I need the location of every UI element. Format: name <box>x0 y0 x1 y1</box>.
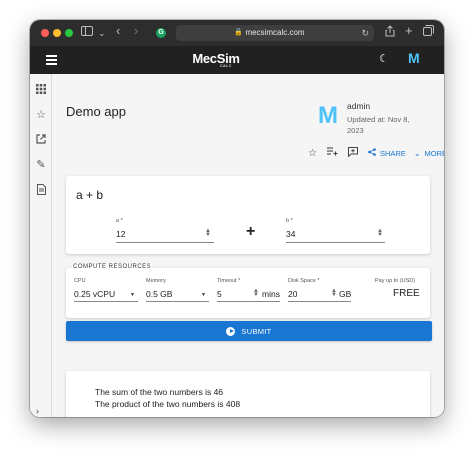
b-field-label: b * <box>286 218 293 224</box>
add-comment-icon[interactable] <box>347 146 358 160</box>
forward-icon[interactable]: › <box>134 23 138 39</box>
memory-label: Memory <box>146 278 166 284</box>
price-value: FREE <box>393 288 420 299</box>
edit-pencil-icon[interactable]: ✎ <box>35 159 47 171</box>
apps-grid-icon[interactable] <box>35 84 47 96</box>
url-text: mecsimcalc.com <box>245 28 305 37</box>
price-label: Pay up to (USD) <box>375 278 416 284</box>
back-icon[interactable]: ‹ <box>116 23 120 39</box>
dropdown-chevron-icon[interactable]: ⌄ <box>98 25 106 41</box>
close-window-button[interactable] <box>41 29 49 37</box>
disk-underline <box>288 301 351 302</box>
app-header: MecSim CALC ☾ M <box>30 46 444 74</box>
cpu-dropdown-icon[interactable]: ▼ <box>130 292 135 298</box>
cpu-select[interactable]: 0.25 vCPU <box>74 289 115 299</box>
mecsimcalc-logo[interactable]: MecSim CALC <box>190 51 242 69</box>
app-title: Demo app <box>66 104 126 119</box>
new-tab-icon[interactable]: + <box>405 23 413 39</box>
timeout-input[interactable]: 5 <box>217 289 222 299</box>
browser-titlebar: ⌄ ‹ › G 🔒 mecsimcalc.com ↻ + <box>30 20 444 46</box>
b-input[interactable]: 34 <box>286 229 295 239</box>
app-author[interactable]: admin <box>347 101 370 111</box>
compute-resources-card: COMPUTE RESOURCES CPU 0.25 vCPU ▼ Memory… <box>66 264 430 318</box>
main-content: Demo app M admin Updated at: Nov 8, 2023… <box>52 74 444 417</box>
minimize-window-button[interactable] <box>53 29 61 37</box>
grammarly-extension-icon[interactable]: G <box>156 28 166 38</box>
user-avatar[interactable]: M <box>408 50 420 66</box>
a-stepper-icon[interactable]: ▲ ▼ <box>205 228 211 238</box>
a-input[interactable]: 12 <box>116 229 125 239</box>
a-input-underline <box>116 242 214 243</box>
expand-sidebar-chevron-icon[interactable]: › <box>36 406 39 416</box>
b-stepper-icon[interactable]: ▲ ▼ <box>377 228 383 238</box>
sum-result: The sum of the two numbers is 46 <box>95 387 224 397</box>
memory-underline <box>146 301 209 302</box>
app-logo: M <box>318 102 338 129</box>
a-field-label: a * <box>116 218 123 224</box>
memory-dropdown-icon[interactable]: ▼ <box>201 292 206 298</box>
lock-icon: 🔒 <box>234 29 243 36</box>
share-icon <box>368 148 376 158</box>
tab-overview-icon[interactable] <box>423 25 434 41</box>
results-card: The sum of the two numbers is 46 The pro… <box>66 371 430 417</box>
dark-mode-icon[interactable]: ☾ <box>379 52 389 65</box>
sidebar-toggle-icon[interactable] <box>81 25 93 41</box>
share-button[interactable]: SHARE <box>368 148 406 158</box>
disk-unit: GB <box>339 289 352 299</box>
reload-icon[interactable]: ↻ <box>361 25 369 41</box>
address-bar[interactable]: 🔒 mecsimcalc.com ↻ <box>176 25 374 41</box>
more-button[interactable]: ⌄ MORE <box>414 149 444 158</box>
cpu-label: CPU <box>74 278 86 284</box>
product-result: The product of the two numbers is 408 <box>95 399 241 409</box>
star-icon[interactable]: ☆ <box>35 109 47 121</box>
play-icon <box>226 326 236 336</box>
operator-plus: + <box>246 223 256 240</box>
updated-date: Updated at: Nov 8, 2023 <box>347 115 410 135</box>
app-actions: ☆ SHARE ⌄ MORE <box>308 146 444 160</box>
cpu-underline <box>74 301 138 302</box>
browser-window: ⌄ ‹ › G 🔒 mecsimcalc.com ↻ + MecSim CALC… <box>30 20 444 417</box>
chevron-down-icon: ⌄ <box>413 148 421 158</box>
inputs-card: a + b a * 12 ▲ ▼ + b * 34 ▲ ▼ <box>66 176 430 254</box>
compute-resources-title: COMPUTE RESOURCES <box>72 264 153 270</box>
timeout-unit: mins <box>262 289 280 299</box>
timeout-label: Timeout * <box>217 278 241 284</box>
document-icon[interactable] <box>35 184 47 196</box>
formula-heading: a + b <box>76 188 104 202</box>
memory-select[interactable]: 0.5 GB <box>146 289 172 299</box>
b-input-underline <box>286 242 385 243</box>
disk-stepper-icon[interactable]: ▲ ▼ <box>331 288 337 298</box>
favorite-star-icon[interactable]: ☆ <box>308 148 317 159</box>
share-page-icon[interactable] <box>385 25 395 42</box>
disk-label: Disk Space * <box>288 278 320 284</box>
timeout-stepper-icon[interactable]: ▲ ▼ <box>253 288 259 298</box>
timeout-underline <box>217 301 280 302</box>
submit-button[interactable]: SUBMIT <box>66 321 432 341</box>
disk-input[interactable]: 20 <box>288 289 297 299</box>
add-to-playlist-icon[interactable] <box>326 147 338 159</box>
fullscreen-window-button[interactable] <box>65 29 73 37</box>
sidebar: ☆ ✎ › <box>30 74 52 417</box>
menu-icon[interactable] <box>46 55 57 65</box>
open-external-icon[interactable] <box>35 134 47 146</box>
